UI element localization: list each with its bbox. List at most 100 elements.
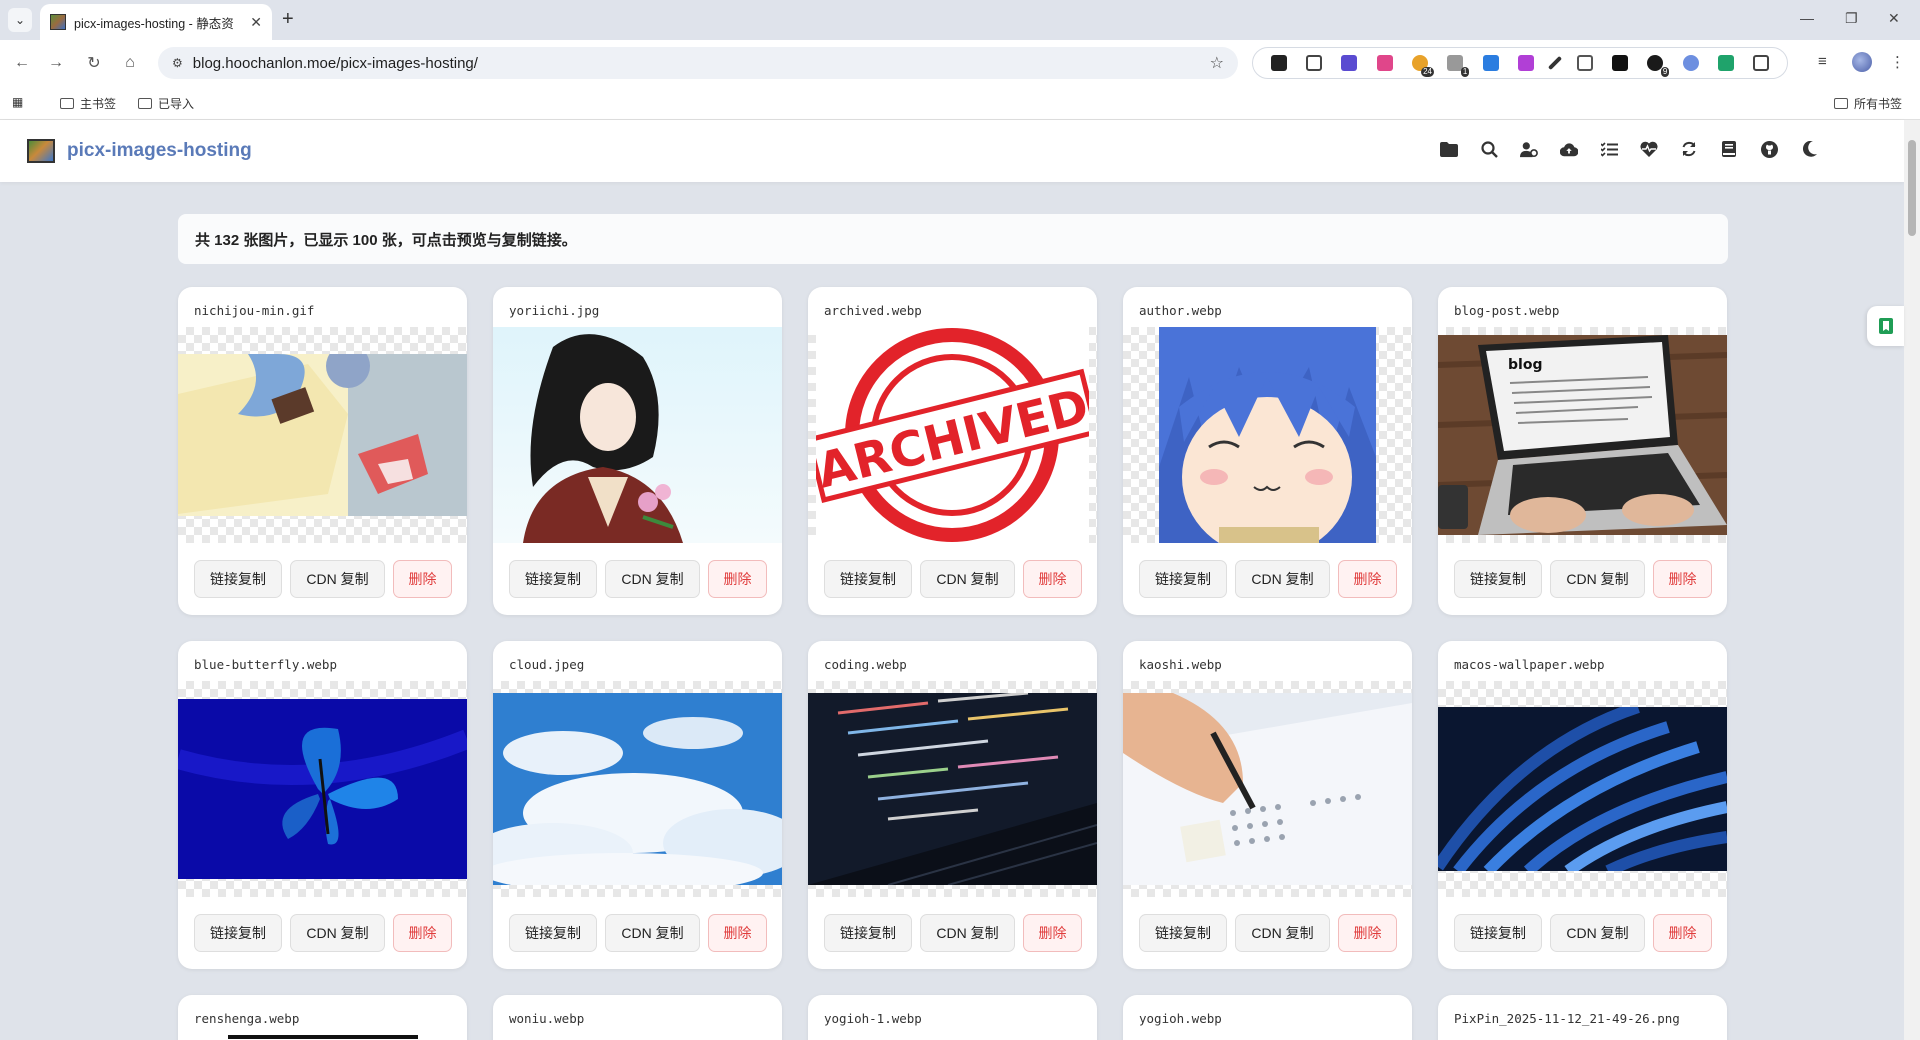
- extension-icon[interactable]: [1482, 55, 1499, 71]
- home-icon[interactable]: ⌂: [118, 51, 142, 75]
- github-icon[interactable]: [1760, 140, 1778, 158]
- heart-pulse-icon[interactable]: [1640, 140, 1658, 158]
- browser-menu-icon[interactable]: ⋮: [1890, 53, 1905, 71]
- delete-button[interactable]: 删除: [1338, 560, 1397, 598]
- extension-pen-icon[interactable]: [1548, 55, 1563, 71]
- image-filename: yogioh-1.webp: [824, 1011, 922, 1026]
- user-settings-icon[interactable]: [1520, 140, 1538, 158]
- tab-close-icon[interactable]: ✕: [250, 14, 262, 31]
- extensions-puzzle-icon[interactable]: [1753, 55, 1770, 71]
- tab-search-chevron-icon[interactable]: ⌄: [8, 8, 32, 32]
- cdn-copy-button[interactable]: CDN 复制: [1235, 560, 1330, 598]
- browser-tab-active[interactable]: picx-images-hosting - 静态资 ✕: [40, 4, 272, 40]
- reading-list-icon[interactable]: ≡: [1818, 53, 1827, 70]
- bookmark-folder-imported[interactable]: 已导入: [138, 95, 194, 112]
- image-filename: blog-post.webp: [1454, 303, 1560, 318]
- reload-icon[interactable]: ↻: [82, 51, 106, 75]
- extension-icon[interactable]: 1: [1447, 55, 1470, 77]
- extension-icon[interactable]: [1576, 55, 1593, 71]
- page-scrollbar[interactable]: [1904, 120, 1920, 1040]
- copy-link-button[interactable]: 链接复制: [824, 560, 912, 598]
- extension-icon[interactable]: 9: [1647, 55, 1670, 77]
- forward-arrow-icon[interactable]: →: [44, 51, 68, 75]
- search-icon[interactable]: [1480, 140, 1498, 158]
- copy-link-button[interactable]: 链接复制: [1139, 560, 1227, 598]
- delete-button[interactable]: 删除: [1023, 560, 1082, 598]
- copy-link-button[interactable]: 链接复制: [1139, 914, 1227, 952]
- image-preview[interactable]: ARCHIVED: [808, 327, 1097, 543]
- copy-link-button[interactable]: 链接复制: [1454, 560, 1542, 598]
- cdn-copy-button[interactable]: CDN 复制: [920, 560, 1015, 598]
- image-preview[interactable]: [808, 681, 1097, 897]
- refresh-icon[interactable]: [1680, 140, 1698, 158]
- image-preview[interactable]: [1123, 681, 1412, 897]
- delete-button[interactable]: 删除: [1338, 914, 1397, 952]
- extension-icon[interactable]: [1717, 55, 1734, 71]
- moon-icon[interactable]: [1800, 140, 1818, 158]
- copy-link-button[interactable]: 链接复制: [1454, 914, 1542, 952]
- image-filename: cloud.jpeg: [509, 657, 585, 672]
- list-check-icon[interactable]: [1600, 140, 1618, 158]
- side-bookmark-icon[interactable]: [1867, 306, 1904, 346]
- back-arrow-icon[interactable]: ←: [10, 51, 34, 75]
- image-preview[interactable]: [1123, 327, 1412, 543]
- extension-icon[interactable]: [1517, 55, 1534, 71]
- image-preview[interactable]: [493, 327, 782, 543]
- cdn-copy-button[interactable]: CDN 复制: [1550, 914, 1645, 952]
- image-preview[interactable]: [178, 681, 467, 897]
- extension-icon[interactable]: 24: [1411, 55, 1434, 77]
- image-filename: woniu.webp: [509, 1011, 585, 1026]
- restore-icon[interactable]: ❐: [1845, 10, 1858, 27]
- book-icon[interactable]: [1720, 140, 1738, 158]
- cdn-copy-button[interactable]: CDN 复制: [1550, 560, 1645, 598]
- apps-grid-icon[interactable]: ▦: [12, 95, 23, 109]
- extension-icon[interactable]: [1682, 55, 1699, 71]
- cdn-copy-button[interactable]: CDN 复制: [920, 914, 1015, 952]
- folder-icon[interactable]: [1440, 140, 1458, 158]
- delete-button[interactable]: 删除: [708, 560, 767, 598]
- nichijou-image: [178, 354, 467, 516]
- cdn-copy-button[interactable]: CDN 复制: [605, 560, 700, 598]
- cdn-copy-button[interactable]: CDN 复制: [605, 914, 700, 952]
- copy-link-button[interactable]: 链接复制: [824, 914, 912, 952]
- all-bookmarks-folder[interactable]: 所有书签: [1834, 95, 1902, 112]
- close-window-icon[interactable]: ✕: [1888, 10, 1900, 27]
- image-filename: kaoshi.webp: [1139, 657, 1222, 672]
- new-tab-plus-icon[interactable]: +: [282, 9, 294, 29]
- cdn-copy-button[interactable]: CDN 复制: [290, 914, 385, 952]
- scrollbar-thumb[interactable]: [1908, 140, 1916, 236]
- cloud-upload-icon[interactable]: [1560, 140, 1578, 158]
- extension-icon[interactable]: [1611, 55, 1628, 71]
- delete-button[interactable]: 删除: [708, 914, 767, 952]
- address-bar[interactable]: ⚙ blog.hoochanlon.moe/picx-images-hostin…: [158, 47, 1238, 79]
- minimize-icon[interactable]: —: [1800, 10, 1814, 26]
- cdn-copy-button[interactable]: CDN 复制: [1235, 914, 1330, 952]
- folder-icon: [138, 98, 152, 109]
- image-preview[interactable]: blog: [1438, 327, 1727, 543]
- delete-button[interactable]: 删除: [393, 914, 452, 952]
- delete-button[interactable]: 删除: [393, 560, 452, 598]
- extension-icon[interactable]: [1376, 55, 1393, 71]
- profile-avatar[interactable]: [1852, 52, 1872, 72]
- bookmark-folder-main[interactable]: 主书签: [60, 95, 116, 112]
- extension-icon[interactable]: [1270, 55, 1287, 71]
- extension-icon[interactable]: [1305, 55, 1322, 71]
- copy-link-button[interactable]: 链接复制: [194, 560, 282, 598]
- folder-icon: [1834, 98, 1848, 109]
- image-preview[interactable]: [228, 1035, 418, 1039]
- delete-button[interactable]: 删除: [1023, 914, 1082, 952]
- cdn-copy-button[interactable]: CDN 复制: [290, 560, 385, 598]
- copy-link-button[interactable]: 链接复制: [194, 914, 282, 952]
- app-title[interactable]: picx-images-hosting: [67, 140, 252, 162]
- image-preview[interactable]: [1438, 681, 1727, 897]
- extension-ai-icon[interactable]: [1341, 55, 1358, 71]
- image-preview[interactable]: [493, 681, 782, 897]
- delete-button[interactable]: 删除: [1653, 560, 1712, 598]
- bookmark-star-icon[interactable]: ☆: [1210, 53, 1224, 73]
- copy-link-button[interactable]: 链接复制: [509, 560, 597, 598]
- image-preview[interactable]: [178, 327, 467, 543]
- copy-link-button[interactable]: 链接复制: [509, 914, 597, 952]
- site-info-icon[interactable]: ⚙: [172, 56, 183, 70]
- delete-button[interactable]: 删除: [1653, 914, 1712, 952]
- butterfly-image: [178, 699, 467, 879]
